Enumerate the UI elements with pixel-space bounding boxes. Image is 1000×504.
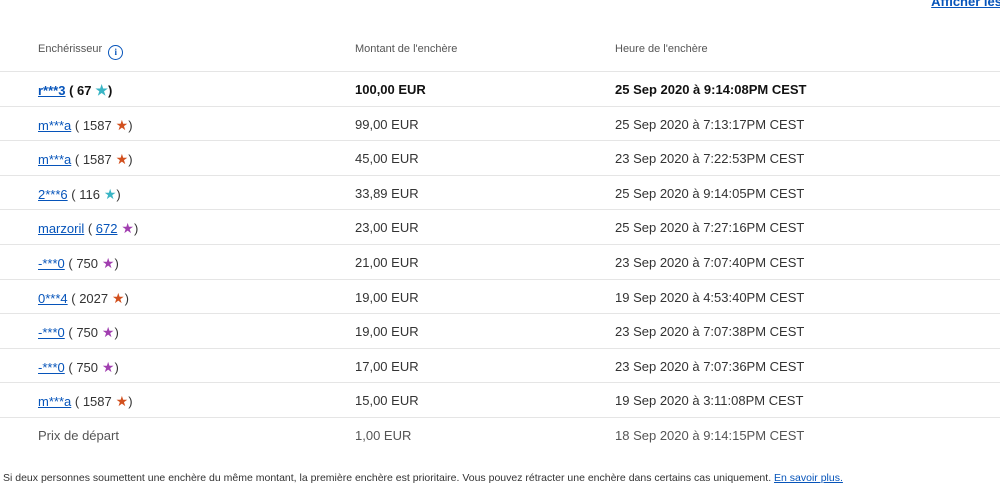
bidder-column-header: Enchérisseur i — [38, 43, 124, 60]
bidder-cell: -***0 ( 750 ★) — [38, 324, 119, 341]
feedback-star-icon: ★ — [99, 185, 117, 202]
amount-column-header: Montant de l'enchère — [355, 43, 458, 55]
bid-time: 23 Sep 2020 à 7:07:36PM CEST — [615, 358, 805, 374]
bid-time: 25 Sep 2020 à 9:14:05PM CEST — [615, 185, 805, 201]
learn-more-link[interactable]: En savoir plus. — [774, 472, 843, 484]
bid-time: 25 Sep 2020 à 7:13:17PM CEST — [615, 116, 805, 132]
feedback-star-icon: ★ — [98, 358, 115, 375]
feedback-star-icon: ★ — [111, 151, 129, 168]
bidder-link[interactable]: -***0 — [38, 360, 65, 375]
bid-time: 23 Sep 2020 à 7:22:53PM CEST — [615, 151, 805, 167]
bidder-link[interactable]: -***0 — [38, 325, 65, 340]
starting-price-label: Prix de départ — [38, 427, 119, 443]
bid-amount: 33,89 EUR — [355, 185, 419, 201]
bidder-link[interactable]: marzoril — [38, 221, 84, 236]
bidder-cell: -***0 ( 750 ★) — [38, 254, 119, 271]
feedback-score: 1587 — [82, 117, 112, 133]
bid-time: 19 Sep 2020 à 4:53:40PM CEST — [615, 289, 805, 305]
feedback-star-icon: ★ — [98, 324, 115, 341]
bidder-cell: m***a ( 1587 ★) — [38, 116, 133, 133]
bid-time: 19 Sep 2020 à 3:11:08PM CEST — [615, 393, 804, 409]
table-row: 0***4 ( 2027 ★) 19,00 EUR 19 Sep 2020 à 4:… — [0, 278, 1000, 314]
bid-amount: 99,00 EUR — [355, 116, 419, 132]
bid-amount: 17,00 EUR — [355, 358, 419, 374]
feedback-star-icon: ★ — [98, 254, 115, 271]
bidder-cell: r***3 ( 67 ★) — [38, 82, 113, 98]
bidder-link[interactable]: m***a — [38, 152, 71, 167]
table-row: marzoril ( 672 ★) 23,00 EUR 25 Sep 2020 à … — [0, 209, 1000, 244]
bid-amount: 19,00 EUR — [355, 324, 419, 340]
feedback-star-icon: ★ — [111, 116, 129, 133]
table-row: -***0 ( 750 ★) 19,00 EUR 23 Sep 2020 à 7:0… — [0, 313, 1000, 348]
show-bids-link[interactable]: Afficher les enc — [931, 0, 1000, 9]
bidder-link[interactable]: m***a — [38, 394, 71, 409]
bidder-link[interactable]: m***a — [38, 118, 71, 133]
bidder-cell: 2***6 ( 116 ★) — [38, 185, 121, 202]
bid-amount: 21,00 EUR — [355, 254, 419, 270]
table-row: m***a ( 1587 ★) 45,00 EUR 23 Sep 2020 à 7:… — [0, 140, 1000, 175]
table-row: m***a ( 1587 ★) 15,00 EUR 19 Sep 2020 à 3:… — [0, 382, 1000, 417]
feedback-score: 750 — [76, 255, 99, 271]
bidder-cell: marzoril ( 672 ★) — [38, 220, 139, 237]
bidder-link[interactable]: -***0 — [38, 256, 65, 271]
bidder-link[interactable]: r***3 — [38, 83, 65, 98]
bid-amount: 45,00 EUR — [355, 151, 419, 167]
feedback-score: 67 — [77, 83, 92, 98]
bid-time: 25 Sep 2020 à 7:27:16PM CEST — [615, 220, 805, 236]
bid-table-header: Enchérisseur i Montant de l'enchère Heure… — [0, 34, 1000, 64]
bidder-cell: 0***4 ( 2027 ★) — [38, 289, 129, 306]
table-row: m***a ( 1587 ★) 99,00 EUR 25 Sep 2020 à 7:… — [0, 105, 1000, 141]
feedback-star-icon: ★ — [91, 82, 108, 98]
feedback-score: 1587 — [82, 394, 112, 410]
feedback-score[interactable]: 672 — [96, 221, 118, 236]
starting-price-row: Prix de départ 1,00 EUR 18 Sep 2020 à 9:14… — [0, 416, 1000, 452]
table-row: -***0 ( 750 ★) 17,00 EUR 23 Sep 2020 à 7:0… — [0, 347, 1000, 383]
starting-price-time: 18 Sep 2020 à 9:14:15PM CEST — [615, 427, 805, 443]
bidder-header-label: Enchérisseur — [38, 43, 103, 55]
feedback-score: 2027 — [79, 290, 109, 306]
feedback-score: 1587 — [82, 152, 112, 168]
bid-time: 23 Sep 2020 à 7:07:38PM CEST — [615, 324, 805, 340]
bid-history-table: r***3 ( 67 ★) 100,00 EUR 25 Sep 2020 à 9:1… — [0, 71, 1000, 452]
bid-time: 23 Sep 2020 à 7:07:40PM CEST — [615, 254, 805, 270]
bid-time: 25 Sep 2020 à 9:14:08PM CEST — [615, 82, 807, 97]
bid-amount: 100,00 EUR — [355, 82, 426, 97]
starting-price-amount: 1,00 EUR — [355, 427, 412, 443]
time-column-header: Heure de l'enchère — [615, 43, 708, 55]
feedback-score: 116 — [79, 186, 100, 202]
table-row: 2***6 ( 116 ★) 33,89 EUR 25 Sep 2020 à 9:1… — [0, 174, 1000, 210]
bidder-link[interactable]: 2***6 — [38, 187, 68, 202]
table-row: -***0 ( 750 ★) 21,00 EUR 23 Sep 2020 à 7:0… — [0, 243, 1000, 279]
feedback-star-icon: ★ — [117, 220, 134, 237]
feedback-score: 750 — [76, 325, 99, 341]
bidder-link[interactable]: 0***4 — [38, 291, 68, 306]
feedback-star-icon: ★ — [111, 393, 129, 410]
feedback-score: 750 — [76, 359, 99, 375]
info-icon[interactable]: i — [108, 45, 124, 60]
footnote: Si deux personnes soumettent une enchère… — [3, 472, 843, 484]
footnote-text: Si deux personnes soumettent une enchère… — [3, 472, 772, 484]
table-row: r***3 ( 67 ★) 100,00 EUR 25 Sep 2020 à 9:1… — [0, 71, 1000, 106]
feedback-star-icon: ★ — [108, 289, 125, 306]
bid-amount: 15,00 EUR — [355, 393, 419, 409]
bid-amount: 23,00 EUR — [355, 220, 419, 236]
bidder-cell: m***a ( 1587 ★) — [38, 393, 133, 410]
bid-amount: 19,00 EUR — [355, 289, 419, 305]
bidder-cell: m***a ( 1587 ★) — [38, 151, 133, 168]
bidder-cell: -***0 ( 750 ★) — [38, 358, 119, 375]
